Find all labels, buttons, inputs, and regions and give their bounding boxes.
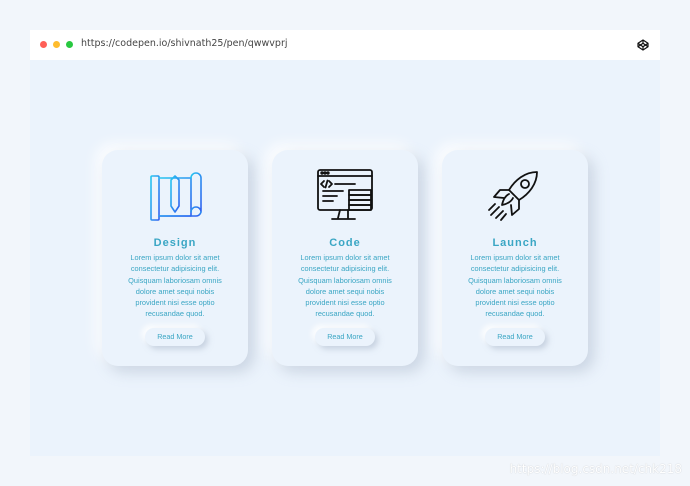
description-line: provident nisi esse optio: [305, 298, 385, 308]
description-line: Lorem ipsum dolor sit amet: [470, 253, 560, 262]
code-monitor-icon: [317, 169, 373, 220]
blueprint-ruler-pencil-icon: [150, 172, 202, 221]
card-title: Code: [329, 237, 361, 249]
rocket-icon: [488, 171, 538, 221]
read-more-button[interactable]: Read More: [485, 328, 545, 346]
description-line: consectetur adipisicing elit.: [470, 264, 560, 274]
description-line: dolore amet sequi nobis: [305, 286, 385, 296]
card-design: Design Lorem ipsum dolor sit amet consec…: [102, 150, 248, 366]
card-title: Launch: [492, 237, 538, 249]
read-more-button[interactable]: Read More: [315, 328, 375, 346]
description-line: recusandae quod.: [485, 309, 545, 319]
description-line: Quisquam laboriosam omnis: [128, 275, 222, 285]
description-line: consectetur adipisicing elit.: [130, 264, 220, 274]
card-launch: Launch Lorem ipsum dolor sit amet consec…: [442, 150, 588, 366]
description-line: Lorem ipsum dolor sit amet: [130, 253, 220, 262]
browser-toolbar: https://codepen.io/shivnath25/pen/qwwvpr…: [30, 30, 660, 60]
maximize-window-dot[interactable]: [66, 41, 73, 48]
description-line: provident nisi esse optio: [475, 298, 555, 308]
description-line: recusandae quod.: [145, 309, 205, 319]
description-line: Quisquam laboriosam omnis: [298, 275, 392, 285]
card-description: Lorem ipsum dolor sit amet consectetur a…: [288, 252, 402, 320]
description-line: Quisquam laboriosam omnis: [468, 275, 562, 285]
close-window-dot[interactable]: [40, 41, 47, 48]
card-description: Lorem ipsum dolor sit amet consectetur a…: [458, 252, 572, 320]
browser-window: https://codepen.io/shivnath25/pen/qwwvpr…: [30, 30, 660, 456]
card-title: Design: [153, 237, 197, 249]
description-line: dolore amet sequi nobis: [135, 286, 215, 296]
read-more-button[interactable]: Read More: [145, 328, 205, 346]
description-line: consectetur adipisicing elit.: [300, 264, 390, 274]
description-line: provident nisi esse optio: [135, 298, 215, 308]
address-bar-url[interactable]: https://codepen.io/shivnath25/pen/qwwvpr…: [81, 38, 288, 49]
card-description: Lorem ipsum dolor sit amet consectetur a…: [118, 252, 232, 320]
description-line: recusandae quod.: [315, 309, 375, 319]
card-code: Code Lorem ipsum dolor sit amet consecte…: [272, 150, 418, 366]
codepen-icon[interactable]: [637, 39, 649, 51]
description-line: Lorem ipsum dolor sit amet: [300, 253, 390, 262]
description-line: dolore amet sequi nobis: [475, 286, 555, 296]
watermark: https://blog.csdn.net/chk218: [509, 462, 682, 476]
minimize-window-dot[interactable]: [53, 41, 60, 48]
